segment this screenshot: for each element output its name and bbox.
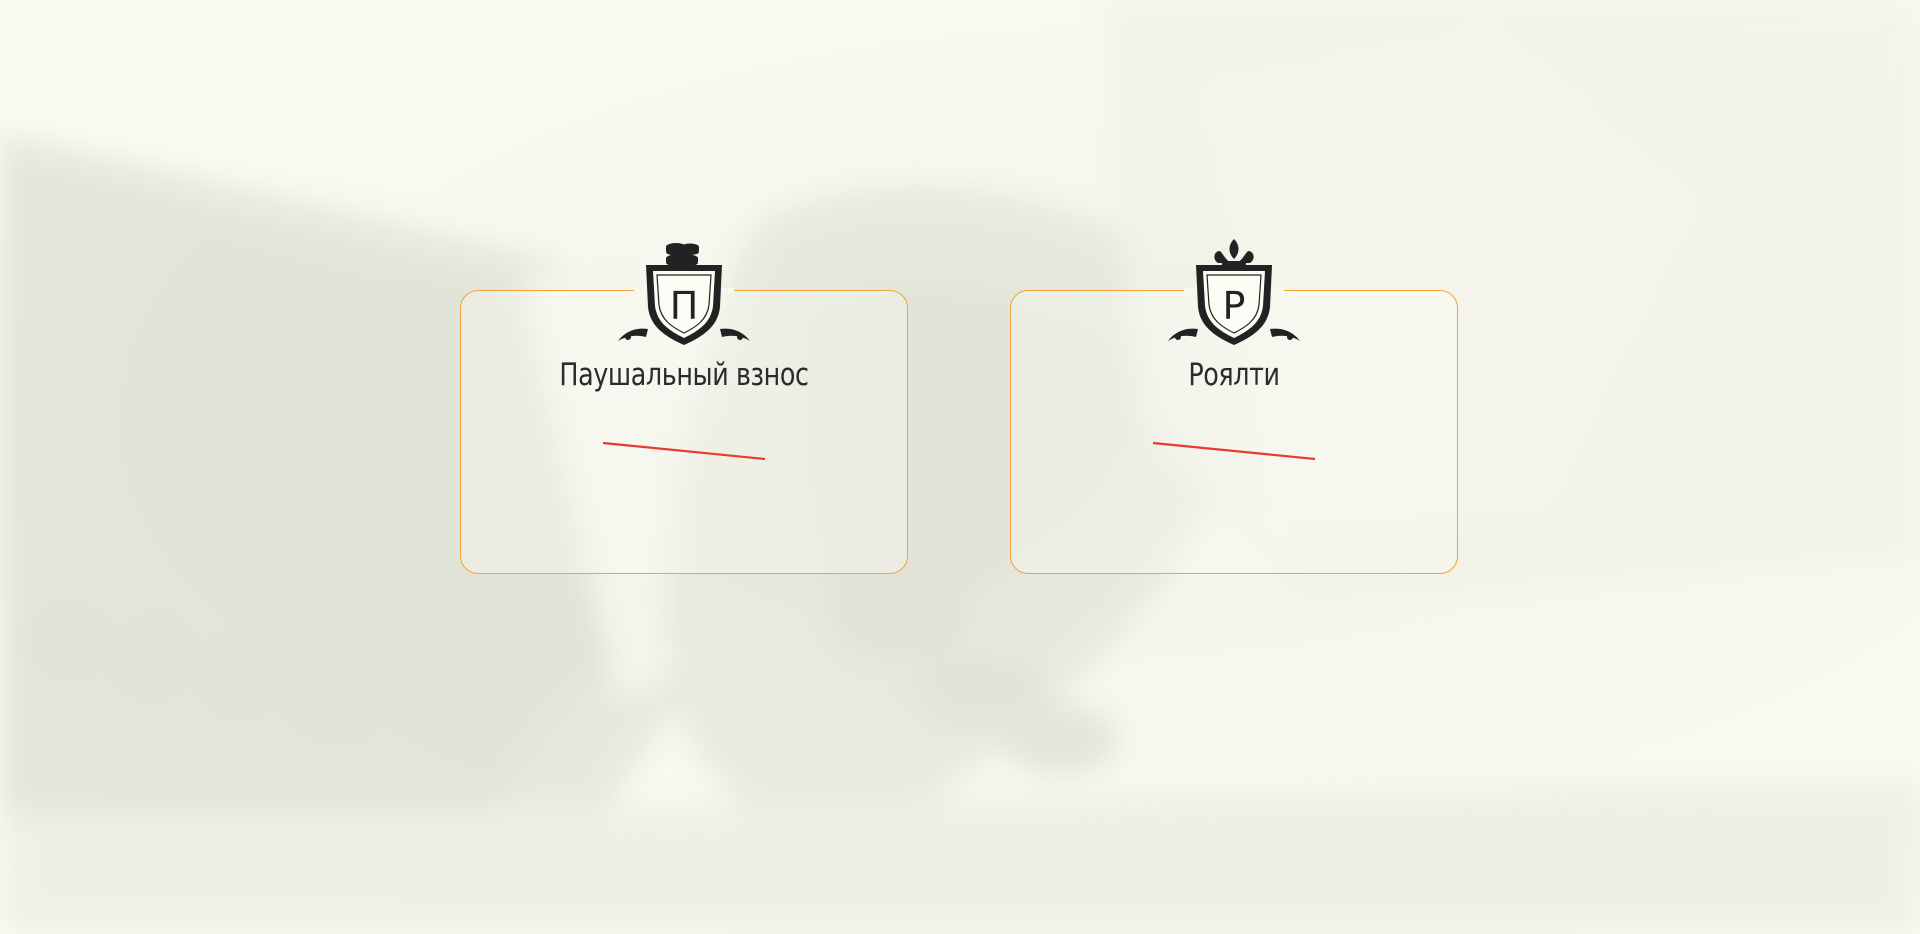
fleur-de-lis-icon (1214, 239, 1254, 265)
lump-sum-fee-card: П Паушальный взнос (460, 243, 908, 574)
royalty-card: Р Роялти (1010, 239, 1458, 574)
background-handshake-photo (0, 0, 1920, 934)
card-title: Роялти (1188, 357, 1280, 393)
handshake-photo-icon (0, 0, 1920, 934)
shield-emblem-icon: П (614, 235, 754, 347)
card-title: Паушальный взнос (559, 357, 809, 393)
coins-stack-icon (666, 243, 699, 267)
red-divider-line (602, 441, 766, 461)
red-divider-line (1152, 441, 1316, 461)
emblem-letter: Р (1223, 284, 1246, 328)
emblem-letter: П (670, 284, 699, 328)
shield-emblem-icon: Р (1164, 235, 1304, 347)
